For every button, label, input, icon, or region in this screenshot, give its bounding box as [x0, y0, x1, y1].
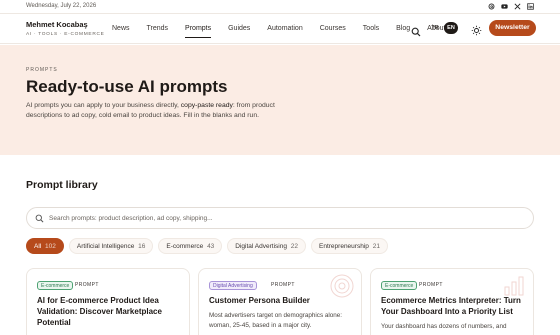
category-filters: All 102 Artificial Intelligence 16 E-com… — [26, 238, 388, 254]
card-description: Most advertisers target on demographics … — [209, 312, 343, 329]
card-title: Customer Persona Builder — [209, 296, 310, 305]
filter-chip-entrepreneurship[interactable]: Entrepreneurship 21 — [311, 238, 388, 254]
filter-chip-digital-advertising[interactable]: Digital Advertising 22 — [227, 238, 307, 254]
page-title: Ready-to-use AI prompts — [26, 77, 228, 96]
filter-chip-e-commerce[interactable]: E-commerce 43 — [158, 238, 223, 254]
brand-name: Mehmet Kocabaş — [26, 20, 88, 29]
hero-eyebrow: PROMPTS — [26, 67, 58, 73]
nav-item-courses[interactable]: Courses — [320, 14, 346, 44]
card-title: Ecommerce Metrics Interpreter: Turn Your… — [381, 296, 521, 316]
library-title: Prompt library — [26, 179, 98, 191]
card-type-label: PROMPT — [419, 282, 443, 288]
main-nav: News Trends Prompts Guides Automation Co… — [112, 14, 462, 44]
search-icon[interactable] — [411, 24, 421, 37]
filter-chip-all[interactable]: All 102 — [26, 238, 64, 254]
search-icon — [35, 214, 44, 223]
lang-tr-button[interactable]: TR — [428, 22, 442, 34]
hero-section: PROMPTS Ready-to-use AI prompts AI promp… — [0, 45, 560, 155]
linkedin-icon[interactable] — [527, 3, 534, 10]
nav-item-tools[interactable]: Tools — [363, 14, 379, 44]
nav-item-guides[interactable]: Guides — [228, 14, 250, 44]
x-icon[interactable] — [514, 3, 521, 10]
nav-item-blog[interactable]: Blog — [396, 14, 410, 44]
brand-tagline: AI · TOOLS · E-COMMERCE — [26, 32, 105, 37]
filter-chip-artificial-intelligence[interactable]: Artificial Intelligence 16 — [68, 238, 154, 254]
language-switch: TR EN — [428, 22, 458, 34]
lang-en-button[interactable]: EN — [444, 22, 458, 34]
prompt-search — [26, 207, 534, 229]
nav-item-prompts[interactable]: Prompts — [185, 14, 212, 44]
brand-logo[interactable]: Mehmet Kocabaş AI · TOOLS · E-COMMERCE — [26, 20, 105, 37]
sun-icon[interactable] — [471, 23, 482, 36]
nav-item-trends[interactable]: Trends — [147, 14, 169, 44]
category-badge: E-commerce — [37, 281, 74, 290]
top-strip: Wednesday, July 22, 2026 — [0, 0, 560, 14]
prompt-card[interactable]: E-commerce PROMPT Ecommerce Metrics Inte… — [370, 268, 534, 335]
youtube-icon[interactable] — [501, 3, 508, 10]
nav-item-automation[interactable]: Automation — [267, 14, 302, 44]
hero-description: AI prompts you can apply to your busines… — [26, 102, 275, 119]
prompt-card[interactable]: Digital Advertising PROMPT Customer Pers… — [198, 268, 362, 335]
site-header: Mehmet Kocabaş AI · TOOLS · E-COMMERCE N… — [0, 14, 560, 44]
threads-icon[interactable] — [488, 3, 495, 10]
nav-item-news[interactable]: News — [112, 14, 130, 44]
newsletter-button[interactable]: Newsletter — [489, 20, 536, 36]
card-description: Your dashboard has dozens of numbers, an… — [381, 323, 507, 330]
search-input[interactable] — [49, 212, 519, 225]
card-type-label: PROMPT — [271, 282, 295, 288]
category-badge: E-commerce — [381, 281, 418, 290]
card-title: AI for E-commerce Product Idea Validatio… — [37, 296, 162, 327]
prompt-card[interactable]: E-commerce PROMPT AI for E-commerce Prod… — [26, 268, 190, 335]
category-badge: Digital Advertising — [209, 281, 257, 290]
current-date: Wednesday, July 22, 2026 — [26, 3, 97, 9]
social-links — [488, 3, 534, 10]
card-type-label: PROMPT — [75, 282, 99, 288]
